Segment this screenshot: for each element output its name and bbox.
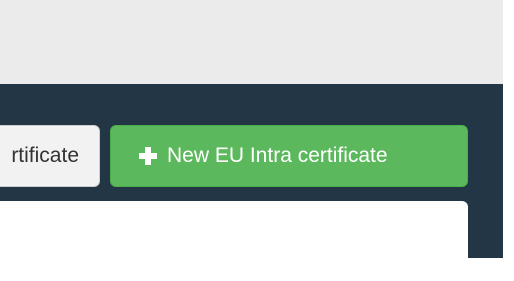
content-panel [0, 201, 468, 281]
new-eu-intra-certificate-label: New EU Intra certificate [167, 144, 388, 167]
certificate-button[interactable]: rtificate [0, 125, 100, 187]
plus-icon [137, 145, 159, 167]
top-header-band [0, 0, 514, 84]
certificate-button-label: rtificate [11, 144, 79, 167]
new-eu-intra-certificate-button[interactable]: New EU Intra certificate [110, 125, 468, 187]
right-edge-strip [503, 0, 514, 258]
